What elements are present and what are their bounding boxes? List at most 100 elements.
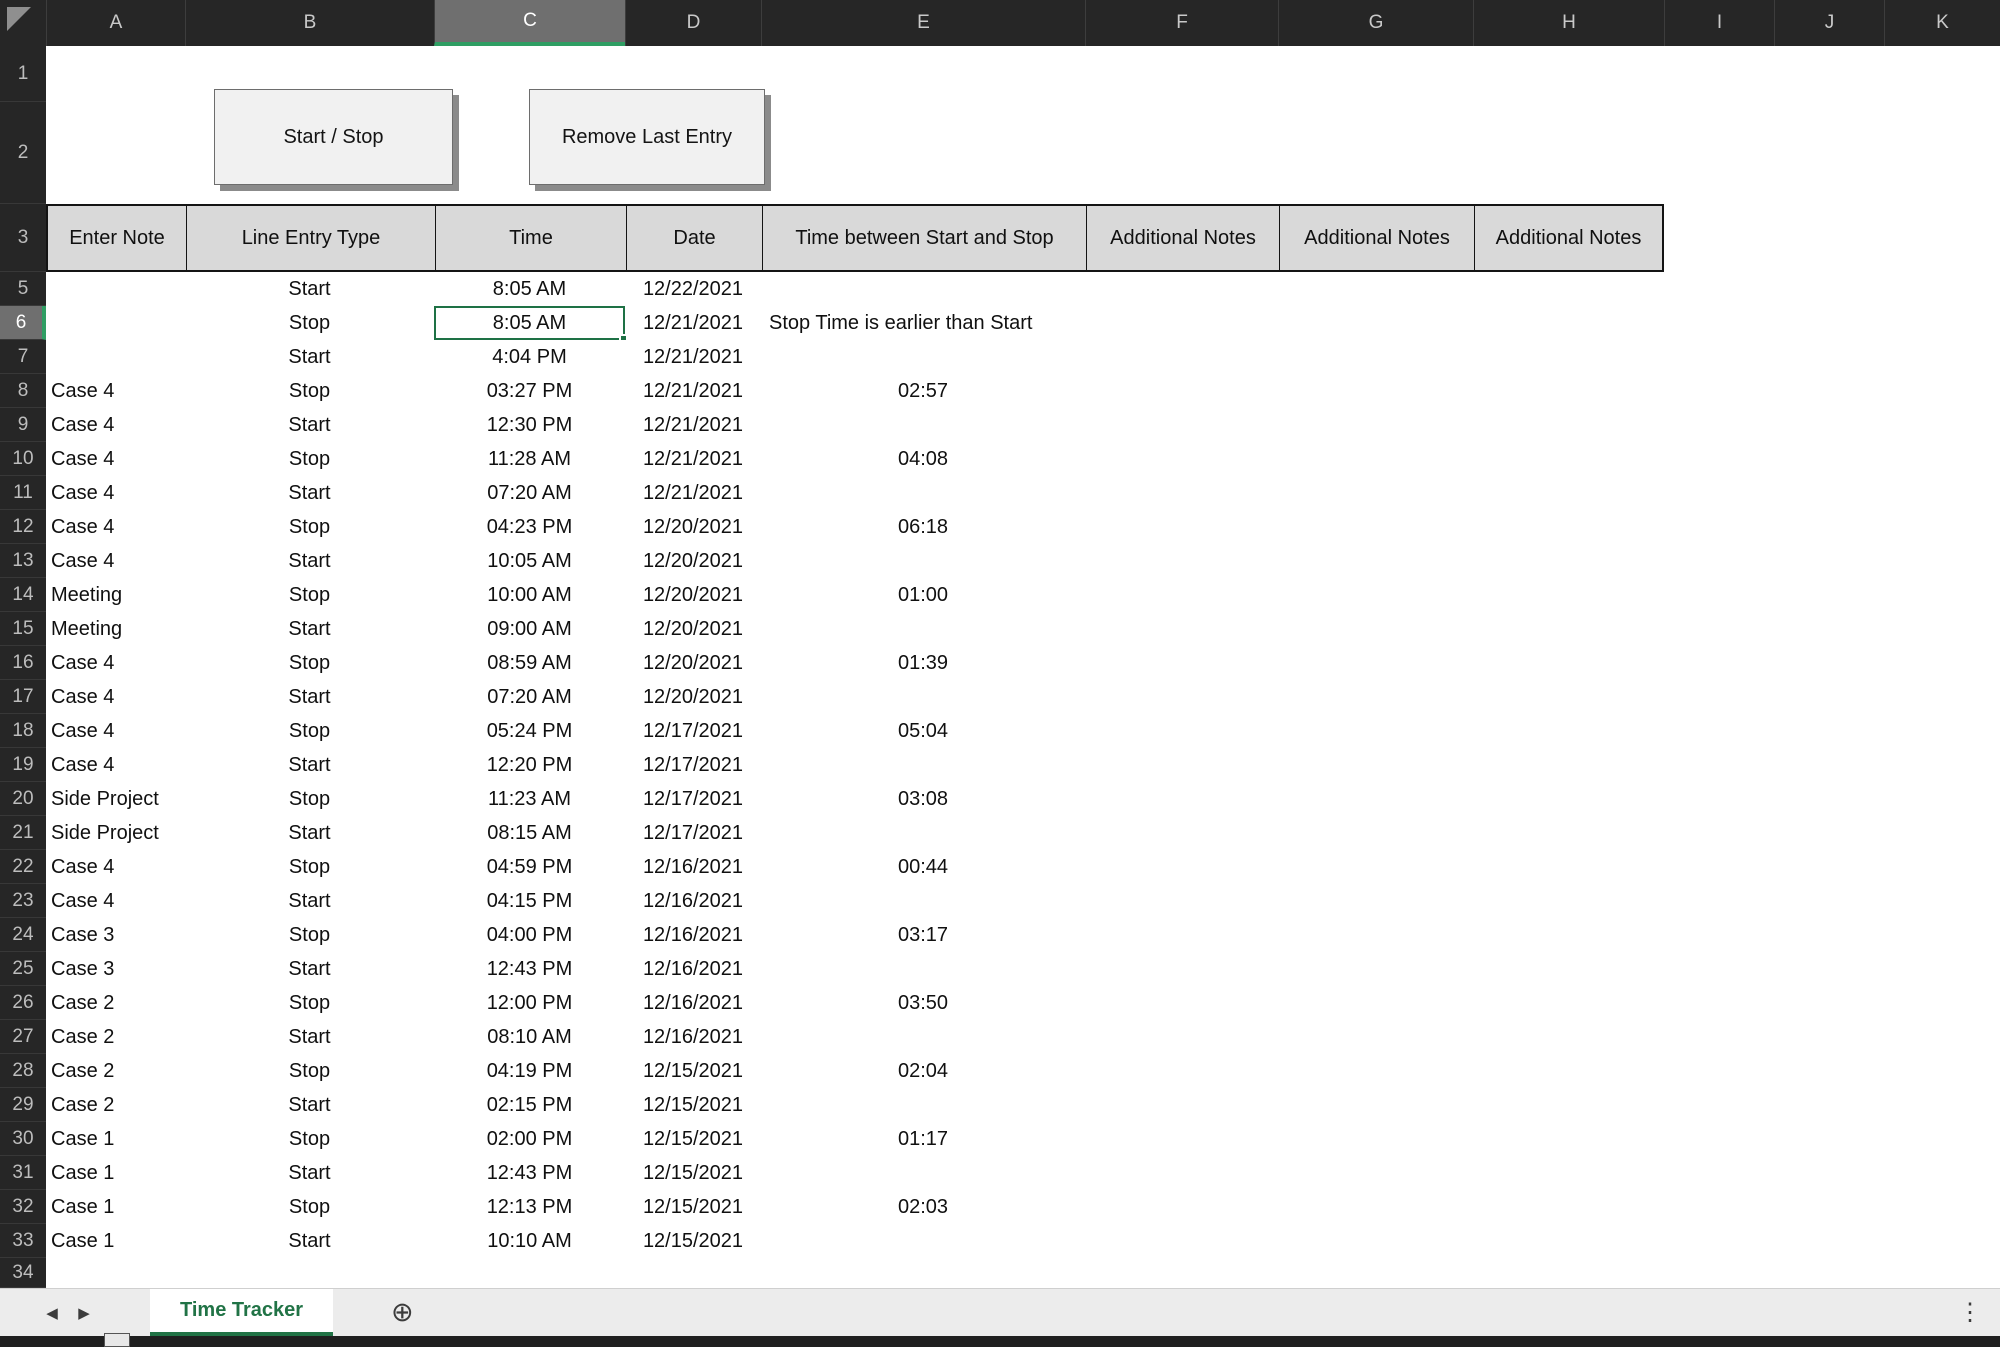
cell-D27[interactable]: 12/16/2021 <box>625 1020 761 1054</box>
cell-E30[interactable]: 01:17 <box>761 1122 1085 1156</box>
row-header-31[interactable]: 31 <box>0 1156 46 1190</box>
cell-F25[interactable] <box>1085 952 2000 986</box>
cell-E26[interactable]: 03:50 <box>761 986 1085 1020</box>
next-sheet-icon[interactable]: ▶ <box>68 1304 100 1322</box>
row-header-29[interactable]: 29 <box>0 1088 46 1122</box>
cell-D32[interactable]: 12/15/2021 <box>625 1190 761 1224</box>
header-cell-D3[interactable]: Date <box>627 206 763 270</box>
cell-B20[interactable]: Stop <box>185 782 434 816</box>
row-header-17[interactable]: 17 <box>0 680 46 714</box>
column-header-J[interactable]: J <box>1774 0 1884 46</box>
cell-D6[interactable]: 12/21/2021 <box>625 306 761 340</box>
cell-E27[interactable] <box>761 1020 1085 1054</box>
cell-C10[interactable]: 11:28 AM <box>434 442 625 476</box>
cell-B26[interactable]: Stop <box>185 986 434 1020</box>
cell-F32[interactable] <box>1085 1190 2000 1224</box>
cell-B14[interactable]: Stop <box>185 578 434 612</box>
header-cell-C3[interactable]: Time <box>436 206 627 270</box>
cell-E19[interactable] <box>761 748 1085 782</box>
cell-B32[interactable]: Stop <box>185 1190 434 1224</box>
cell-B5[interactable]: Start <box>185 272 434 306</box>
cell-C19[interactable]: 12:20 PM <box>434 748 625 782</box>
cell-A26[interactable]: Case 2 <box>46 986 185 1020</box>
column-header-K[interactable]: K <box>1884 0 2000 46</box>
row-header-7[interactable]: 7 <box>0 340 46 374</box>
cell-E12[interactable]: 06:18 <box>761 510 1085 544</box>
cell-C27[interactable]: 08:10 AM <box>434 1020 625 1054</box>
cell-D24[interactable]: 12/16/2021 <box>625 918 761 952</box>
cell-B33[interactable]: Start <box>185 1224 434 1258</box>
cell-D7[interactable]: 12/21/2021 <box>625 340 761 374</box>
cell-F9[interactable] <box>1085 408 2000 442</box>
row-header-24[interactable]: 24 <box>0 918 46 952</box>
cell-E7[interactable] <box>761 340 1085 374</box>
cell-D13[interactable]: 12/20/2021 <box>625 544 761 578</box>
cell-F22[interactable] <box>1085 850 2000 884</box>
cell-C22[interactable]: 04:59 PM <box>434 850 625 884</box>
cell-A5[interactable] <box>46 272 185 306</box>
cell-C20[interactable]: 11:23 AM <box>434 782 625 816</box>
cell-A10[interactable]: Case 4 <box>46 442 185 476</box>
column-header-C[interactable]: C <box>434 0 625 46</box>
row-header-15[interactable]: 15 <box>0 612 46 646</box>
cell-A22[interactable]: Case 4 <box>46 850 185 884</box>
header-cell-E3[interactable]: Time between Start and Stop <box>763 206 1087 270</box>
row-header-19[interactable]: 19 <box>0 748 46 782</box>
cell-A30[interactable]: Case 1 <box>46 1122 185 1156</box>
cell-A8[interactable]: Case 4 <box>46 374 185 408</box>
column-header-F[interactable]: F <box>1085 0 1278 46</box>
cell-F31[interactable] <box>1085 1156 2000 1190</box>
cell-D11[interactable]: 12/21/2021 <box>625 476 761 510</box>
cell-A18[interactable]: Case 4 <box>46 714 185 748</box>
cell-B25[interactable]: Start <box>185 952 434 986</box>
cell-E18[interactable]: 05:04 <box>761 714 1085 748</box>
cell-A29[interactable]: Case 2 <box>46 1088 185 1122</box>
row-header-8[interactable]: 8 <box>0 374 46 408</box>
cell-F29[interactable] <box>1085 1088 2000 1122</box>
cell-C16[interactable]: 08:59 AM <box>434 646 625 680</box>
cell-B6[interactable]: Stop <box>185 306 434 340</box>
cell-A16[interactable]: Case 4 <box>46 646 185 680</box>
cell-E10[interactable]: 04:08 <box>761 442 1085 476</box>
cell-A9[interactable]: Case 4 <box>46 408 185 442</box>
remove-last-entry-button[interactable]: Remove Last Entry <box>529 89 765 185</box>
cell-B8[interactable]: Stop <box>185 374 434 408</box>
cell-D26[interactable]: 12/16/2021 <box>625 986 761 1020</box>
cell-F24[interactable] <box>1085 918 2000 952</box>
cell-A14[interactable]: Meeting <box>46 578 185 612</box>
cell-D18[interactable]: 12/17/2021 <box>625 714 761 748</box>
cell-C32[interactable]: 12:13 PM <box>434 1190 625 1224</box>
row-header-14[interactable]: 14 <box>0 578 46 612</box>
column-header-G[interactable]: G <box>1278 0 1473 46</box>
cell-F14[interactable] <box>1085 578 2000 612</box>
cell-F7[interactable] <box>1085 340 2000 374</box>
cell-D10[interactable]: 12/21/2021 <box>625 442 761 476</box>
cell-C29[interactable]: 02:15 PM <box>434 1088 625 1122</box>
cell-A17[interactable]: Case 4 <box>46 680 185 714</box>
cell-D33[interactable]: 12/15/2021 <box>625 1224 761 1258</box>
row-header-16[interactable]: 16 <box>0 646 46 680</box>
cell-F23[interactable] <box>1085 884 2000 918</box>
cell-A25[interactable]: Case 3 <box>46 952 185 986</box>
cell-D14[interactable]: 12/20/2021 <box>625 578 761 612</box>
row-header-6[interactable]: 6 <box>0 306 46 340</box>
cell-D15[interactable]: 12/20/2021 <box>625 612 761 646</box>
cell-B24[interactable]: Stop <box>185 918 434 952</box>
cell-C11[interactable]: 07:20 AM <box>434 476 625 510</box>
cell-B23[interactable]: Start <box>185 884 434 918</box>
header-cell-G3[interactable]: Additional Notes <box>1280 206 1475 270</box>
cell-F17[interactable] <box>1085 680 2000 714</box>
cell-F21[interactable] <box>1085 816 2000 850</box>
cell-F27[interactable] <box>1085 1020 2000 1054</box>
cell-F18[interactable] <box>1085 714 2000 748</box>
cell-A21[interactable]: Side Project <box>46 816 185 850</box>
cell-E31[interactable] <box>761 1156 1085 1190</box>
cell-D19[interactable]: 12/17/2021 <box>625 748 761 782</box>
cell-F5[interactable] <box>1085 272 2000 306</box>
row-header-11[interactable]: 11 <box>0 476 46 510</box>
cell-B19[interactable]: Start <box>185 748 434 782</box>
cell-A19[interactable]: Case 4 <box>46 748 185 782</box>
cell-D5[interactable]: 12/22/2021 <box>625 272 761 306</box>
row-header-5[interactable]: 5 <box>0 272 46 306</box>
cell-C21[interactable]: 08:15 AM <box>434 816 625 850</box>
